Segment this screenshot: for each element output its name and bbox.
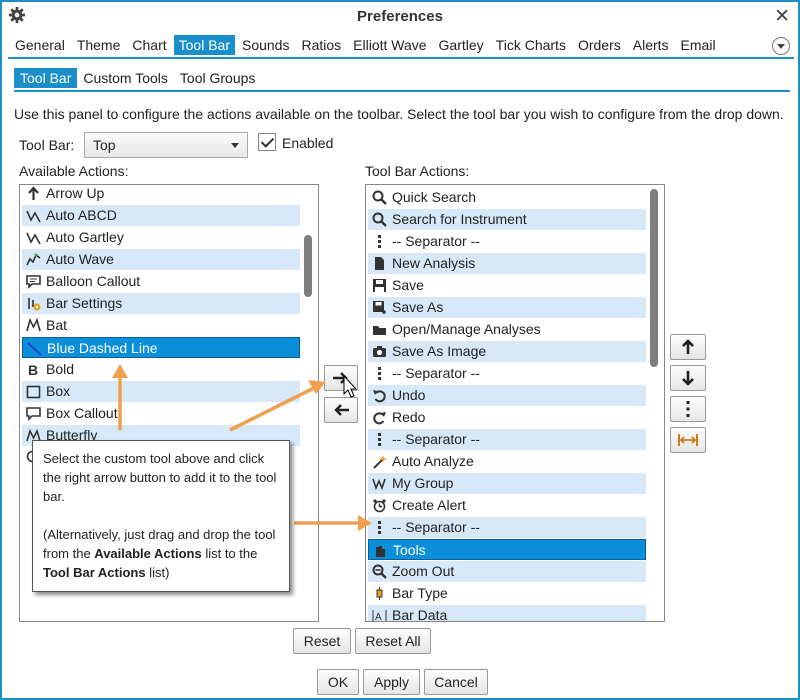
callout-bold-toolbar: Tool Bar Actions <box>43 565 146 580</box>
preferences-window: Preferences ✕ General Theme Chart Tool Bar S… <box>0 0 800 700</box>
callout-line-2: (Alternatively, just drag and drop the t… <box>43 525 279 582</box>
callout-text-c: list) <box>145 565 170 580</box>
instruction-callout: Select the custom tool above and click t… <box>32 440 290 592</box>
callout-bold-available: Available Actions <box>94 546 202 561</box>
annotation-arrows <box>112 364 372 531</box>
callout-line-1: Select the custom tool above and click t… <box>43 451 277 504</box>
cursor-icon <box>343 374 358 398</box>
callout-text-b: list to the <box>201 546 258 561</box>
